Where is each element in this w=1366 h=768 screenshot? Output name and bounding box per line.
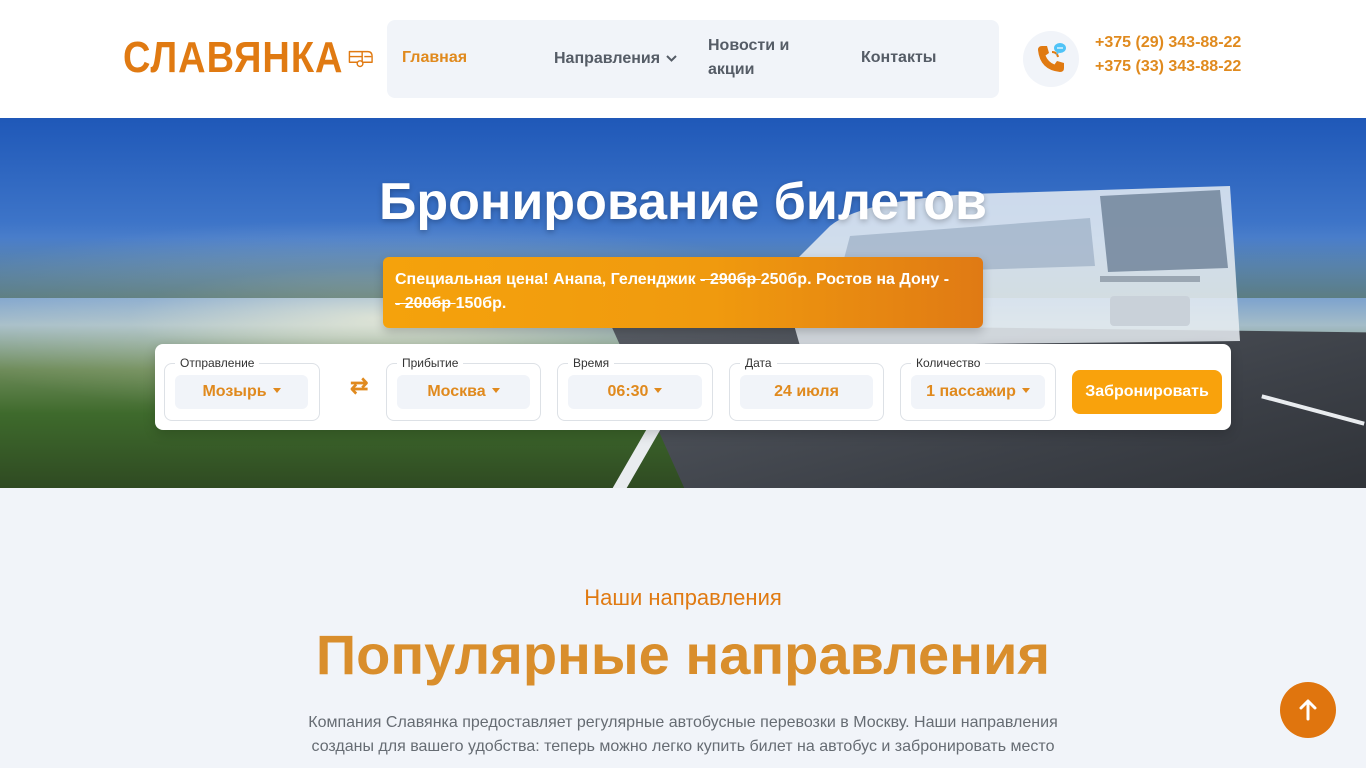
caret-down-icon [272,388,281,393]
phone-number-2[interactable]: +375 (33) 343-88-22 [1095,55,1241,79]
nav-item-home[interactable]: Главная [402,46,467,70]
swap-arrows-icon[interactable]: ⇄ [350,373,368,399]
departure-field: Отправление Мозырь [164,356,320,421]
chevron-down-icon [666,46,677,70]
promo-old-price-2: - 200бр [395,295,456,312]
promo-text: Анапа, Геленджик [548,271,701,288]
time-select[interactable]: 06:30 [568,375,702,409]
time-label: Время [568,356,615,370]
phone-icon [1038,43,1066,72]
arrival-field: Прибытие Москва [386,356,541,421]
main-nav: Главная Направления Новости и акции Конт… [387,20,999,98]
date-field: Дата 24 июля [729,356,884,421]
nav-item-news-line2: акции [708,61,755,78]
departure-label: Отправление [175,356,260,370]
nav-item-contacts[interactable]: Контакты [861,46,936,70]
arrival-label: Прибытие [397,356,464,370]
date-label: Дата [740,356,777,370]
departure-value: Мозырь [202,383,267,400]
section-title: Популярные направления [315,623,1051,686]
promo-new-price-2: 150бр. [455,295,507,312]
book-button[interactable]: Забронировать [1072,370,1222,414]
time-field: Время 06:30 [557,356,713,421]
date-value: 24 июля [774,383,839,400]
passenger-count-label: Количество [911,356,986,370]
promo-new-price-1: 250бр. Ростов на Дону - [760,271,950,288]
site-logo[interactable]: СЛАВЯНКА [123,30,373,86]
nav-item-directions[interactable]: Направления [554,46,677,71]
passenger-count-select[interactable]: 1 пассажир [911,375,1045,409]
nav-item-directions-label: Направления [554,50,661,67]
nav-item-news-line1: Новости и [708,37,790,54]
arrow-up-icon [1299,699,1317,721]
section-description: Компания Славянка предоставляет регулярн… [308,714,1058,755]
arrival-value: Москва [427,383,486,400]
arrival-select[interactable]: Москва [397,375,530,409]
site-header: СЛАВЯНКА Главная Направления Новости и а… [0,0,1366,118]
promo-old-price-1: - 290бр [700,271,761,288]
phone-number-1[interactable]: +375 (29) 343-88-22 [1095,31,1241,55]
departure-select[interactable]: Мозырь [175,375,308,409]
booking-form: Отправление Мозырь ⇄ Прибытие Москва Вре… [155,344,1231,430]
caret-down-icon [1021,388,1030,393]
caret-down-icon [654,388,663,393]
scroll-to-top-button[interactable] [1280,682,1336,738]
phone-list: +375 (29) 343-88-22 +375 (33) 343-88-22 [1095,31,1241,79]
bus-logo-icon [348,50,373,68]
promo-lead: Специальная цена! [395,271,549,288]
nav-item-news[interactable]: Новости и акции [708,34,789,82]
date-input[interactable]: 24 июля [740,375,873,409]
hero-title: Бронирование билетов [379,173,987,231]
promo-banner: Специальная цена! Анапа, Геленджик - 290… [383,257,983,328]
passenger-count-field: Количество 1 пассажир [900,356,1056,421]
time-value: 06:30 [607,383,649,400]
section-eyebrow: Наши направления [584,585,782,610]
logo-text: СЛАВЯНКА [123,33,344,83]
passenger-count-value: 1 пассажир [926,383,1016,400]
caret-down-icon [491,388,500,393]
phone-call-icon[interactable] [1023,31,1079,87]
